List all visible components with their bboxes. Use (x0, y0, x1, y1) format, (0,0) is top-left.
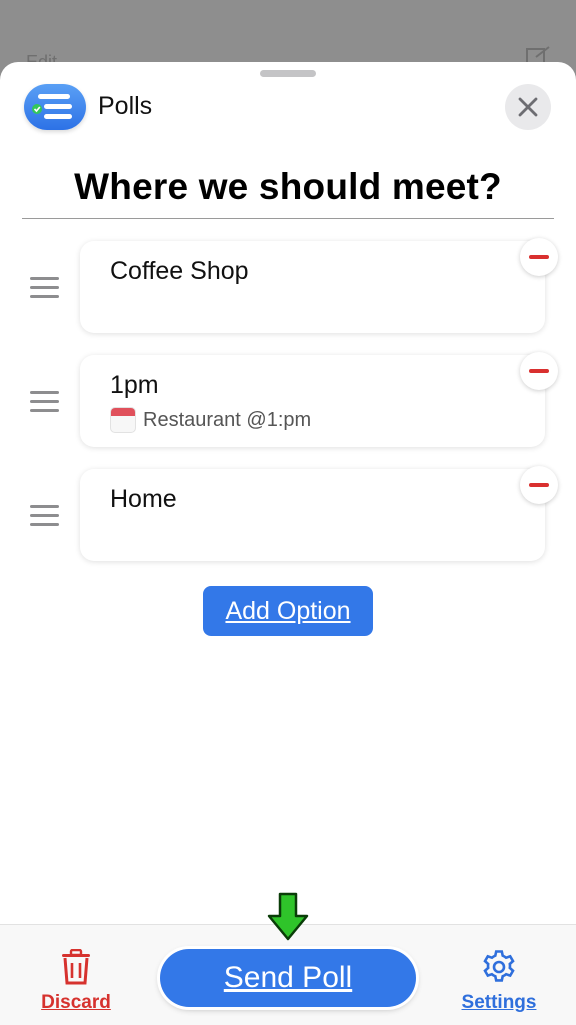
poll-question[interactable]: Where we should meet? (22, 166, 554, 208)
add-option-button[interactable]: Add Option (203, 586, 373, 636)
settings-button[interactable]: Settings (452, 949, 546, 1014)
option-card[interactable]: Home (80, 469, 545, 561)
polls-app-icon (24, 84, 86, 130)
app-title: Polls (98, 92, 153, 120)
sheet-grabber[interactable] (260, 70, 316, 77)
drag-handle-icon[interactable] (30, 391, 59, 413)
discard-label: Discard (41, 992, 111, 1013)
option-row: 1pm Restaurant @1:pm (0, 352, 576, 449)
option-card[interactable]: Coffee Shop (80, 241, 545, 333)
option-row: Coffee Shop (0, 238, 576, 335)
option-subtitle: Restaurant @1:pm (110, 407, 311, 433)
close-icon (518, 97, 538, 117)
option-text[interactable]: 1pm (110, 371, 159, 400)
calendar-icon (110, 407, 136, 433)
send-poll-button[interactable]: Send Poll (160, 949, 416, 1007)
trash-icon (62, 948, 90, 985)
question-divider (22, 218, 554, 219)
option-row: Home (0, 466, 576, 563)
gear-icon (483, 950, 515, 982)
poll-sheet: Polls Where we should meet? Coffee Shop … (0, 62, 576, 1024)
close-button[interactable] (505, 84, 551, 130)
option-text[interactable]: Home (110, 485, 177, 514)
option-card[interactable]: 1pm Restaurant @1:pm (80, 355, 545, 447)
settings-label: Settings (461, 992, 537, 1013)
drag-handle-icon[interactable] (30, 277, 59, 299)
option-text[interactable]: Coffee Shop (110, 257, 249, 286)
remove-option-button[interactable] (520, 352, 558, 390)
drag-handle-icon[interactable] (30, 505, 59, 527)
pointer-arrow-icon (267, 892, 309, 941)
option-subtitle-text: Restaurant @1:pm (143, 408, 312, 431)
remove-option-button[interactable] (520, 238, 558, 276)
discard-button[interactable]: Discard (36, 948, 116, 1014)
remove-option-button[interactable] (520, 466, 558, 504)
